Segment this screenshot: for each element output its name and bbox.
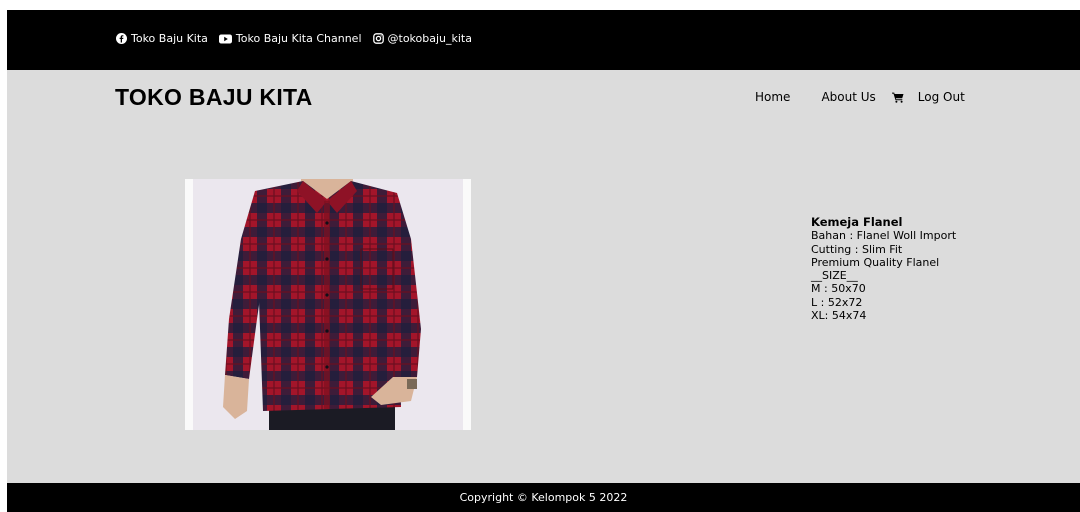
social-links: Toko Baju Kita Toko Baju Kita Channel @t… (116, 32, 483, 45)
nav-home-link[interactable]: Home (755, 90, 790, 104)
product-detail-quality: Premium Quality Flanel (811, 255, 940, 269)
product-size-xl: XL: 54x74 (811, 309, 867, 323)
social-link-youtube[interactable]: Toko Baju Kita Channel (218, 32, 362, 45)
product-title: Kemeja Flanel (811, 215, 903, 229)
social-link-facebook[interactable]: Toko Baju Kita (116, 32, 208, 45)
facebook-icon (116, 33, 127, 44)
cart-icon (891, 92, 904, 103)
footer-copyright: Copyright © Kelompok 5 2022 (459, 491, 628, 504)
product-size-heading: __SIZE__ (811, 269, 858, 283)
product-image (185, 179, 471, 430)
cart-button[interactable] (891, 92, 904, 103)
page-frame: Toko Baju Kita Toko Baju Kita Channel @t… (7, 10, 1080, 512)
nav-about-link[interactable]: About Us (821, 90, 875, 104)
youtube-icon (218, 34, 232, 43)
social-label-youtube: Toko Baju Kita Channel (235, 32, 362, 45)
footer: Copyright © Kelompok 5 2022 (7, 483, 1080, 512)
product-detail-cutting: Cutting : Slim Fit (811, 242, 903, 256)
product-detail-material: Bahan : Flanel Woll Import (811, 229, 957, 243)
main-nav: Home About Us Log Out (755, 90, 965, 104)
social-label-instagram: @tokobaju_kita (387, 32, 472, 45)
nav-logout-link[interactable]: Log Out (918, 90, 965, 104)
top-bar: Toko Baju Kita Toko Baju Kita Channel @t… (7, 10, 1080, 70)
social-link-instagram[interactable]: @tokobaju_kita (372, 32, 472, 45)
social-label-facebook: Toko Baju Kita (131, 32, 208, 45)
instagram-icon (372, 33, 384, 44)
product-size-l: L : 52x72 (811, 295, 863, 309)
product-info: Kemeja Flanel Bahan : Flanel Woll Import… (811, 215, 957, 323)
site-brand[interactable]: TOKO BAJU KITA (115, 84, 313, 111)
product-photo (185, 179, 471, 430)
product-size-m: M : 50x70 (811, 282, 866, 296)
